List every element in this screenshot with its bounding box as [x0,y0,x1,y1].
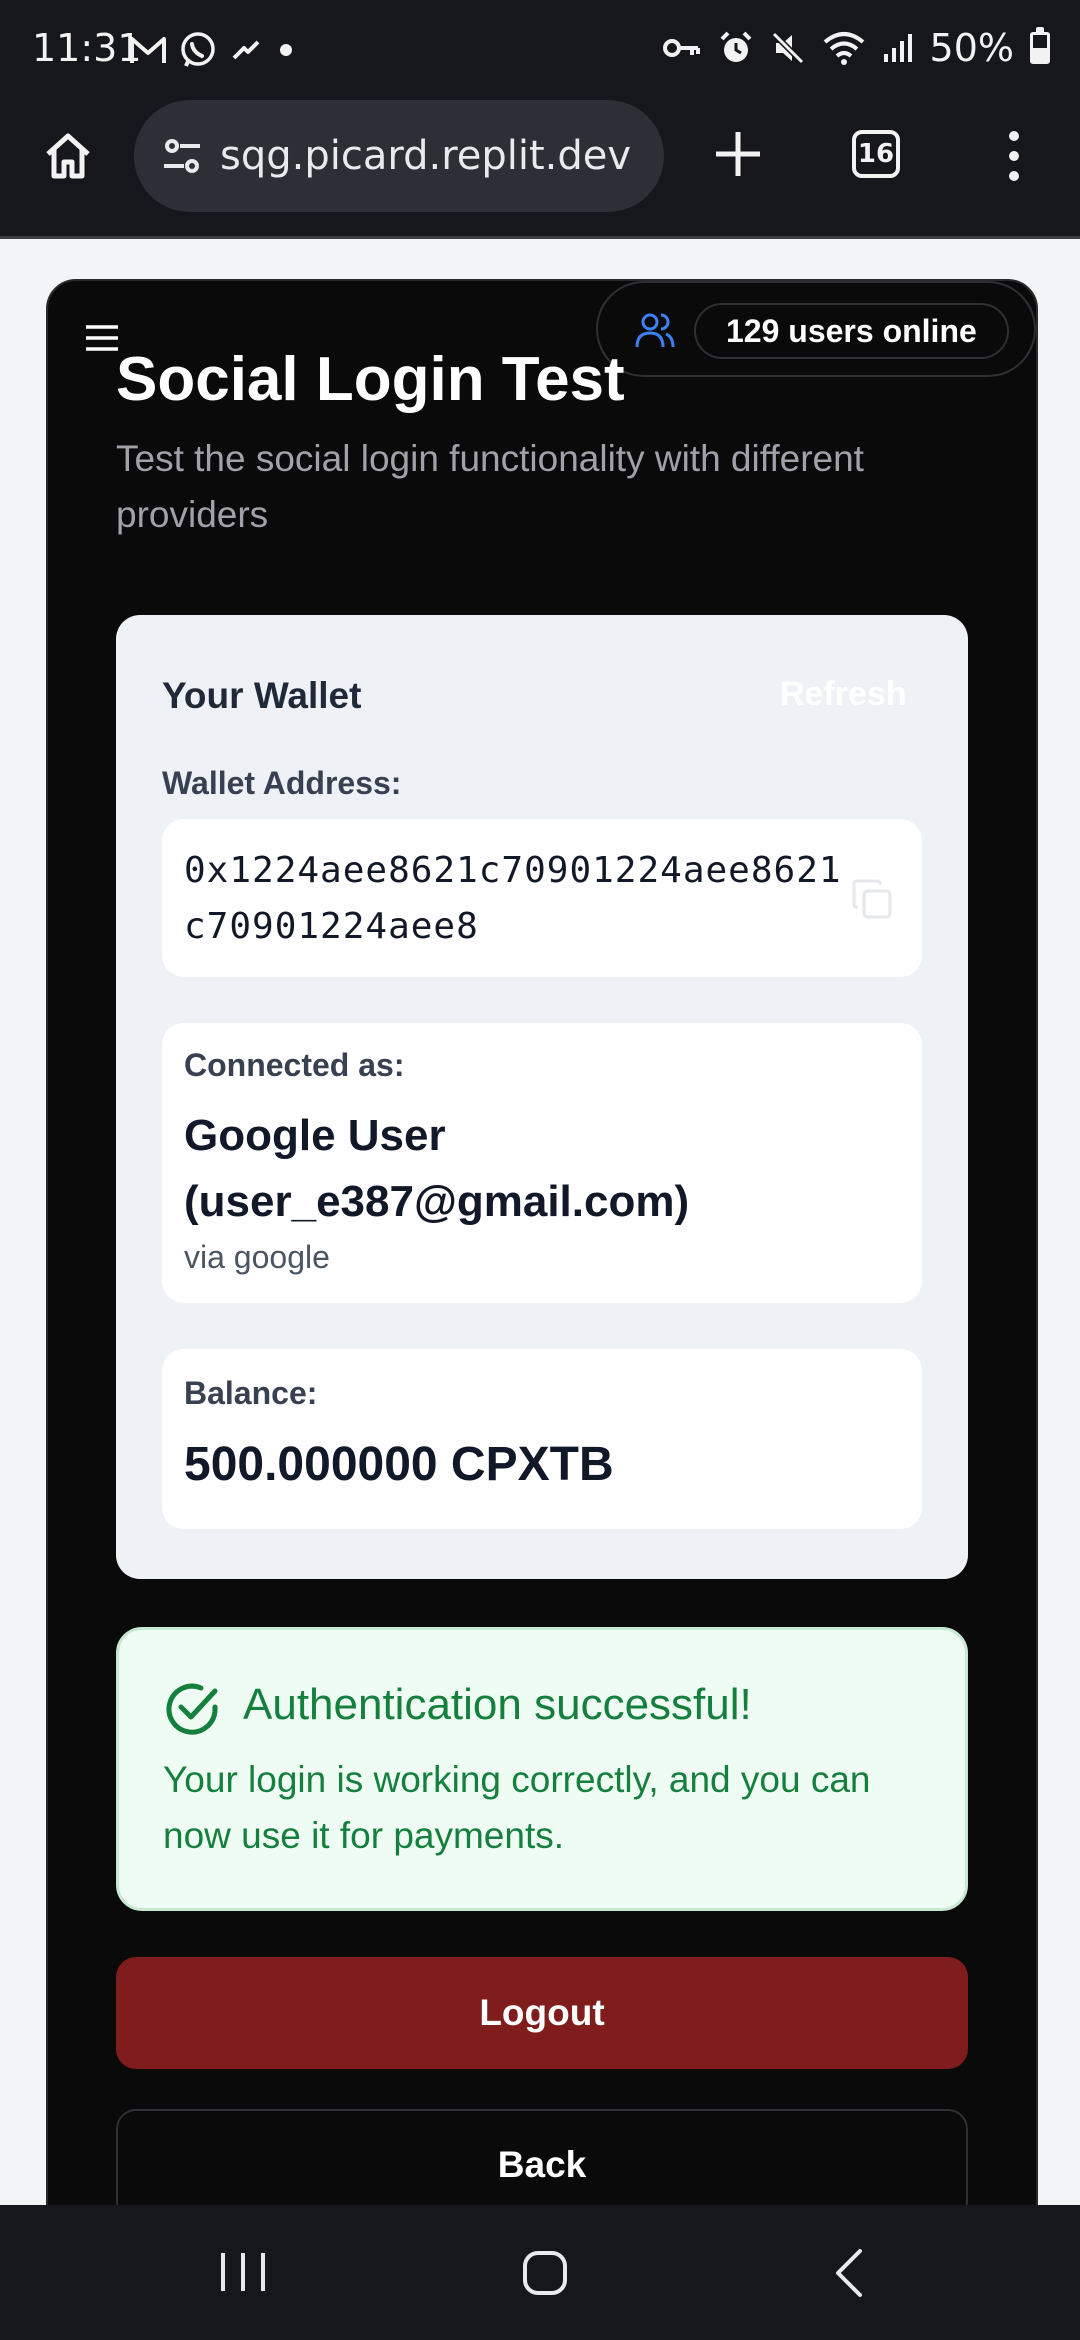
status-time: 11:31 [32,26,142,70]
page-title: Social Login Test [116,345,625,414]
battery-fill [1033,48,1047,61]
wallet-address: 0x1224aee8621c70901224aee8621c70901224ae… [184,850,842,947]
address-bar[interactable]: sqg.picard.replit.dev [134,100,664,212]
alarm-icon [718,30,754,66]
page-subtitle: Test the social login functionality with… [116,438,864,535]
success-alert: Authentication successful! Your login is… [116,1627,968,1911]
site-settings-icon[interactable] [158,132,206,180]
nav-back-icon[interactable] [828,2245,868,2301]
refresh-button[interactable]: Refresh [780,675,907,714]
browser-toolbar: sqg.picard.replit.dev 16 [0,100,1080,239]
system-icons: 50% [662,26,1050,70]
more-menu-icon[interactable] [1000,126,1028,186]
recent-apps-icon[interactable] [218,2247,268,2297]
status-bar: 11:31 50% [0,0,1080,100]
balance-label: Balance: [184,1375,318,1411]
balance-value: 500.000000 CPXTB [184,1438,614,1491]
success-message: Your login is working correctly, and you… [163,1759,871,1856]
gmail-icon [128,33,168,67]
mute-icon [770,30,806,66]
login-test-card: 129 users online Social Login Test Test … [46,279,1038,2205]
wallet-address-label: Wallet Address: [162,765,402,801]
signal-icon [882,32,914,64]
tabs-icon[interactable]: 16 [852,130,900,178]
whatsapp-icon [178,30,218,70]
battery-icon [1030,27,1050,64]
battery-percent: 50% [929,26,1014,70]
wallet-address-box: 0x1224aee8621c70901224aee8621c70901224ae… [162,819,922,977]
notification-icons [128,30,298,70]
connected-label: Connected as: [184,1047,405,1083]
key-icon [662,33,702,63]
success-title: Authentication successful! [243,1680,752,1729]
balance-box: Balance: 500.000000 CPXTB [162,1349,922,1529]
url-text[interactable]: sqg.picard.replit.dev [220,133,631,179]
connected-user: Google User (user_e387@gmail.com) [184,1111,690,1226]
dot-icon [274,38,298,62]
users-icon [634,309,676,351]
back-button[interactable]: Back [116,2109,968,2205]
wallet-title: Your Wallet [162,675,362,716]
hamburger-menu-icon[interactable] [84,323,120,353]
wifi-icon [822,30,866,66]
connected-provider: via google [184,1239,330,1275]
check-circle-icon [163,1680,221,1738]
connected-account-box: Connected as: Google User (user_e387@gma… [162,1023,922,1303]
online-users-widget: 129 users online [596,281,1036,377]
logout-button[interactable]: Logout [116,1957,968,2069]
new-tab-icon[interactable] [710,126,766,182]
messenger-icon [228,32,264,68]
nav-home-icon[interactable] [520,2245,570,2301]
web-page: 129 users online Social Login Test Test … [0,239,1080,2205]
wallet-panel: Your Wallet Refresh Wallet Address: 0x12… [116,615,968,1579]
system-nav-bar [0,2205,1080,2340]
online-count-badge: 129 users online [694,303,1009,359]
copy-icon[interactable] [850,877,894,921]
home-icon[interactable] [40,128,96,184]
